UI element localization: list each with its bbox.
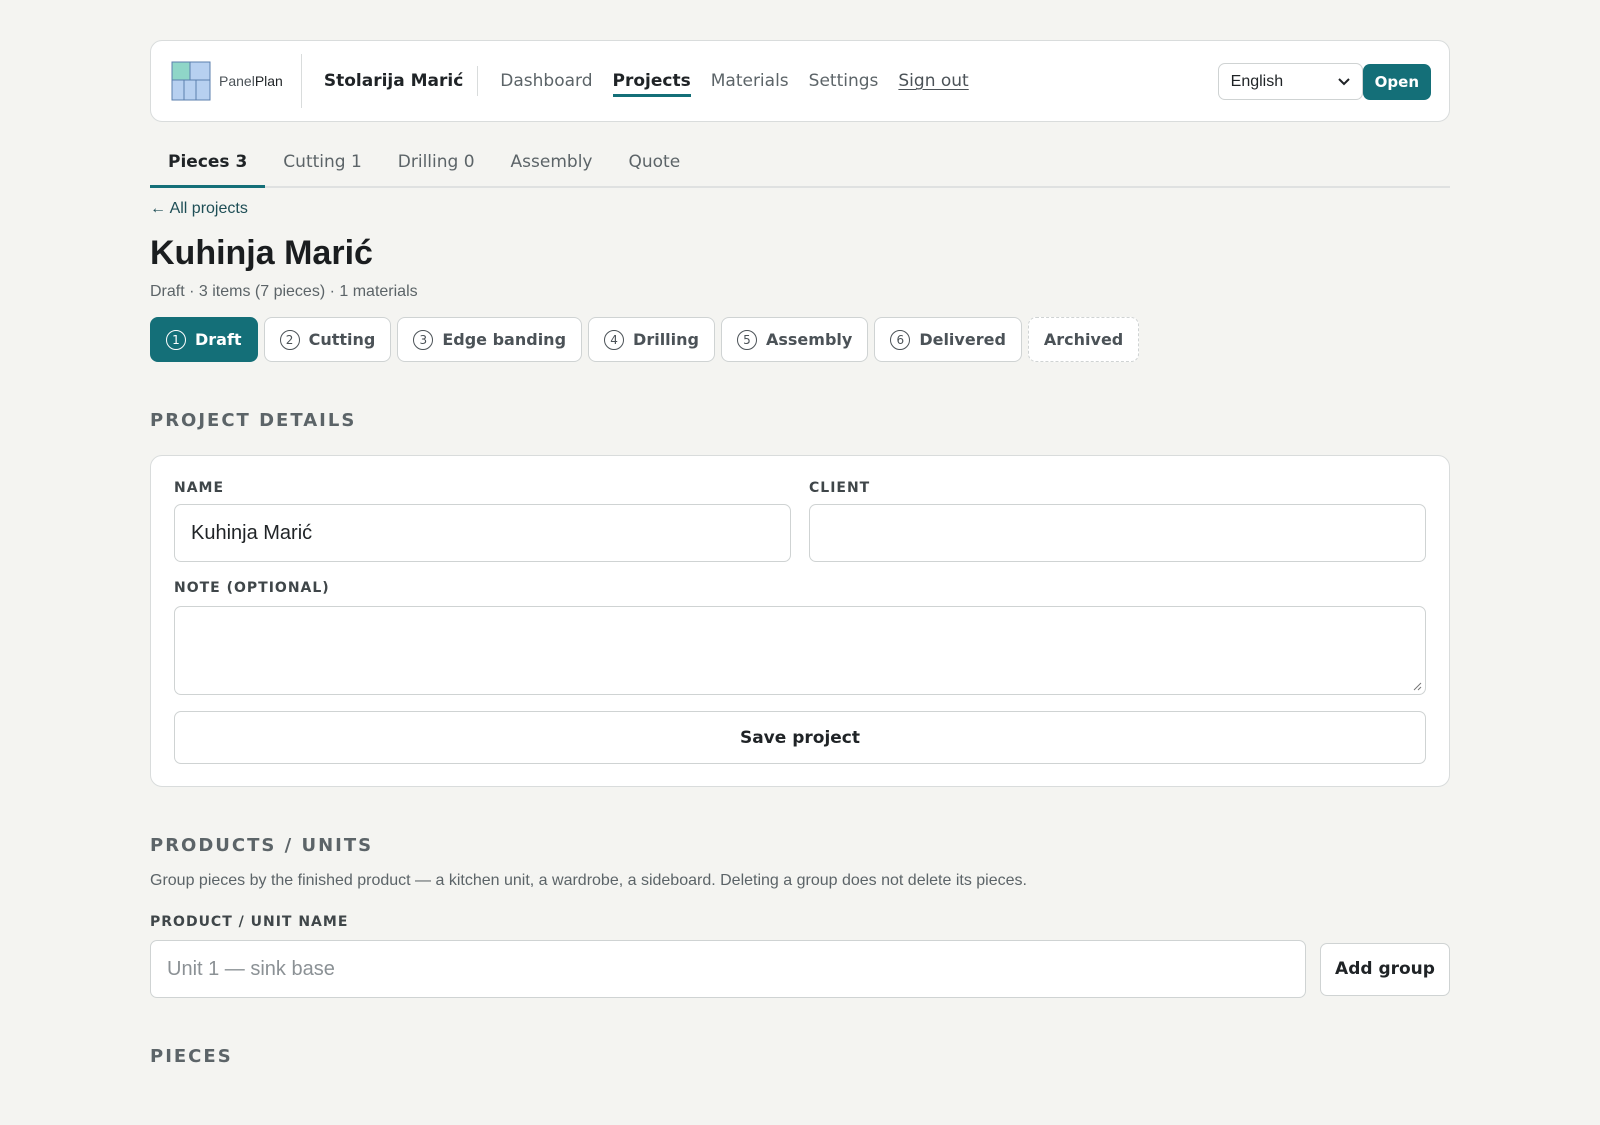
stage-label: Edge banding (442, 330, 567, 349)
panelplan-logo-icon (171, 61, 211, 101)
unit-name-input[interactable]: Unit 1 — sink base (150, 940, 1306, 998)
client-input[interactable] (809, 504, 1426, 562)
nav-settings[interactable]: Settings (809, 65, 879, 97)
brand-name: PanelPlan (219, 73, 283, 89)
project-details-heading: PROJECT DETAILS (150, 410, 357, 431)
top-navbar: PanelPlan Stolarija Marić Dashboard Proj… (150, 40, 1450, 122)
main-nav: Dashboard Projects Materials Settings Si… (500, 65, 969, 97)
stage-number: 5 (736, 329, 757, 350)
stage-number: 4 (604, 329, 625, 350)
note-textarea[interactable] (174, 606, 1426, 695)
resize-grip-icon[interactable] (1412, 681, 1422, 691)
tab-drilling[interactable]: Drilling 0 (380, 140, 493, 188)
language-select[interactable]: English (1217, 63, 1363, 100)
nav-dashboard[interactable]: Dashboard (500, 65, 592, 97)
tab-cutting[interactable]: Cutting 1 (265, 140, 379, 188)
stage-archived[interactable]: Archived (1027, 317, 1140, 362)
stage-draft[interactable]: 1 Draft (150, 317, 258, 362)
stage-number: 3 (413, 329, 434, 350)
tab-assembly[interactable]: Assembly (493, 140, 611, 188)
sign-out-link[interactable]: Sign out (898, 65, 968, 97)
stage-label: Draft (195, 330, 242, 349)
all-projects-link[interactable]: ← All projects (150, 200, 1450, 218)
nav-materials[interactable]: Materials (711, 65, 789, 97)
stage-number: 6 (890, 329, 911, 350)
stage-label: Cutting (308, 330, 376, 349)
project-meta: Draft · 3 items (7 pieces) · 1 materials (150, 283, 418, 300)
stage-number: 2 (279, 329, 300, 350)
unit-name-label: PRODUCT / UNIT NAME (150, 914, 349, 930)
stage-label: Delivered (919, 330, 1006, 349)
stage-stepper: 1 Draft 2 Cutting 3 Edge banding 4 Drill… (150, 317, 1450, 362)
note-label: NOTE (OPTIONAL) (174, 580, 330, 596)
add-group-row: Unit 1 — sink base Add group (150, 940, 1450, 998)
stage-drilling[interactable]: 4 Drilling (588, 317, 715, 362)
project-details-card: NAME Kuhinja Marić CLIENT NOTE (OPTIONAL… (150, 455, 1450, 787)
client-label: CLIENT (809, 480, 871, 496)
brand-logo[interactable]: PanelPlan (171, 54, 302, 108)
name-input[interactable]: Kuhinja Marić (174, 504, 791, 562)
stage-label: Assembly (765, 330, 853, 349)
products-heading: PRODUCTS / UNITS (150, 835, 374, 856)
add-group-button[interactable]: Add group (1320, 942, 1450, 996)
chevron-down-icon (1337, 77, 1350, 85)
stage-number: 1 (166, 329, 186, 350)
save-project-button[interactable]: Save project (174, 711, 1426, 764)
tab-quote[interactable]: Quote (610, 140, 698, 188)
stage-edge-banding[interactable]: 3 Edge banding (397, 317, 583, 362)
open-button[interactable]: Open (1362, 63, 1431, 100)
stage-delivered[interactable]: 6 Delivered (874, 317, 1022, 362)
nav-projects[interactable]: Projects (612, 65, 691, 97)
name-label: NAME (174, 480, 225, 496)
organization-name: Stolarija Marić (302, 66, 479, 96)
language-tools: English Open (1217, 63, 1431, 100)
pieces-heading: PIECES (150, 1046, 233, 1067)
stage-cutting[interactable]: 2 Cutting (263, 317, 392, 362)
stage-label: Drilling (633, 330, 699, 349)
stage-label: Archived (1043, 330, 1124, 349)
tab-pieces[interactable]: Pieces 3 (150, 140, 266, 188)
products-help-text: Group pieces by the finished product — a… (150, 872, 1027, 889)
language-select-value: English (1230, 72, 1284, 90)
stage-assembly[interactable]: 5 Assembly (720, 317, 869, 362)
page-title: Kuhinja Marić (150, 234, 373, 272)
project-tabs: Pieces 3 Cutting 1 Drilling 0 Assembly Q… (150, 140, 1450, 188)
